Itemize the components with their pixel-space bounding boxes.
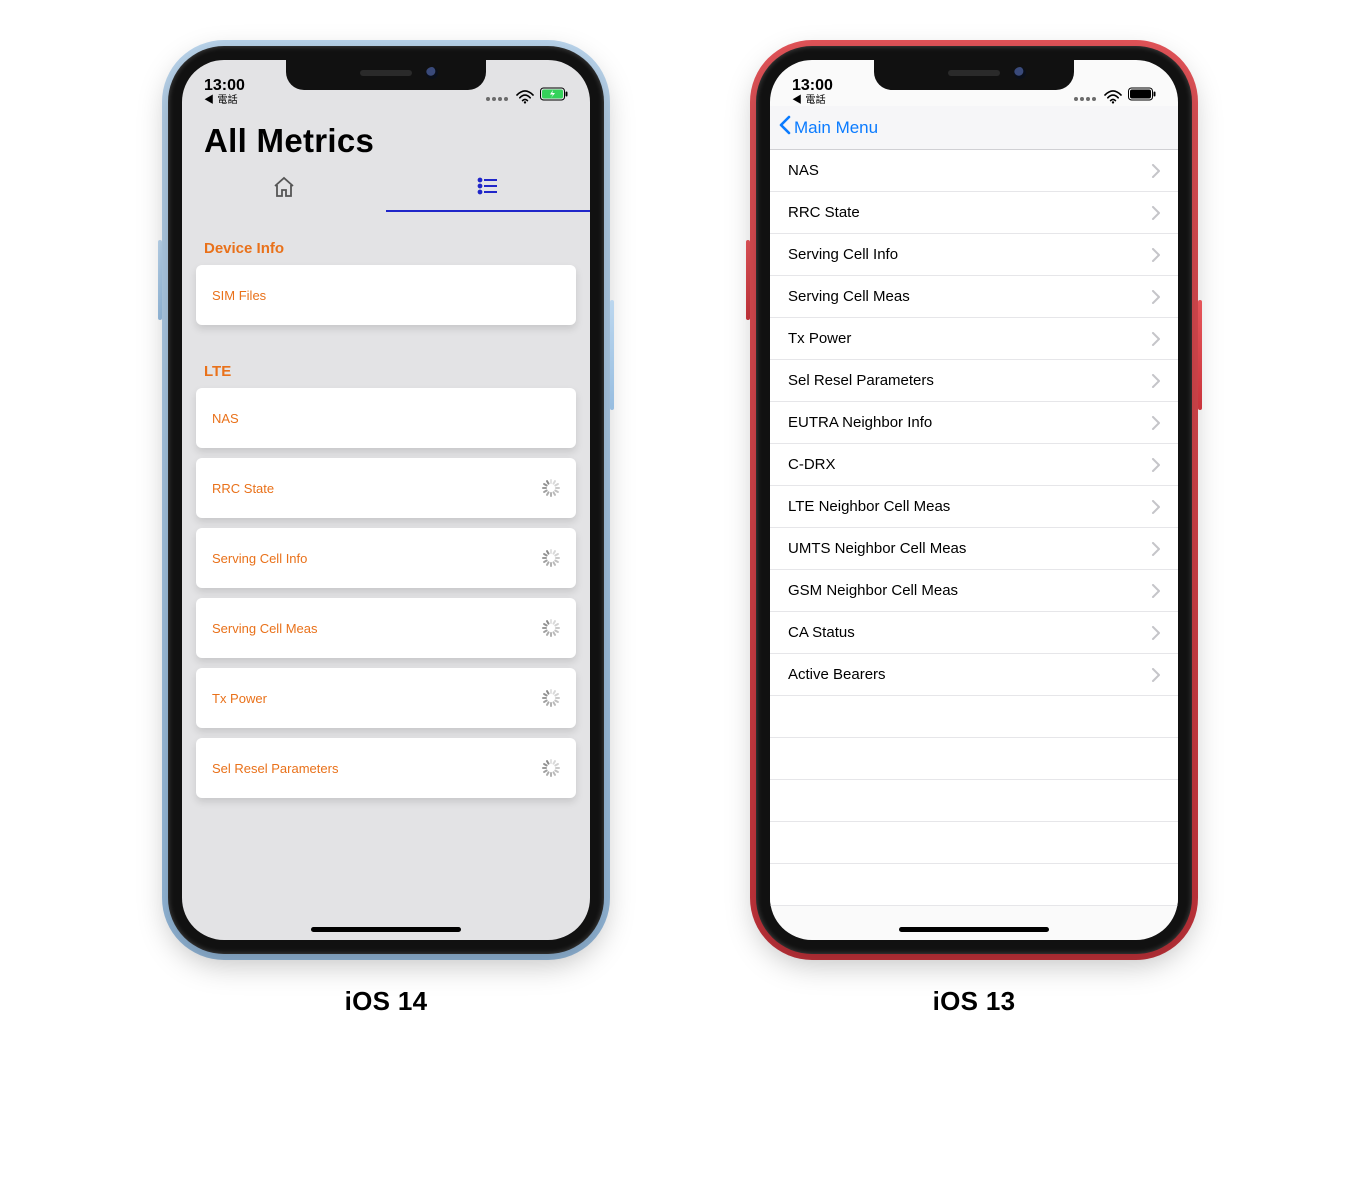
battery-icon: [1128, 87, 1156, 106]
metric-card-label: Serving Cell Meas: [212, 621, 318, 636]
metric-card-label: Tx Power: [212, 691, 267, 706]
notch: [874, 60, 1074, 90]
screen-ios13: 13:00 ◀ 電話: [770, 60, 1178, 940]
loading-spinner-icon: [542, 689, 560, 707]
empty-row: [770, 738, 1178, 780]
page-title: All Metrics: [182, 106, 590, 166]
list-row-label: Sel Resel Parameters: [788, 372, 934, 389]
loading-spinner-icon: [542, 549, 560, 567]
nav-bar: Main Menu: [770, 106, 1178, 150]
section-header: Device Info: [182, 212, 590, 265]
list-row[interactable]: UMTS Neighbor Cell Meas: [770, 528, 1178, 570]
list-row[interactable]: C-DRX: [770, 444, 1178, 486]
chevron-right-icon: [1151, 290, 1160, 304]
list-row[interactable]: EUTRA Neighbor Info: [770, 402, 1178, 444]
list-row[interactable]: RRC State: [770, 192, 1178, 234]
list-row-label: GSM Neighbor Cell Meas: [788, 582, 958, 599]
chevron-right-icon: [1151, 248, 1160, 262]
back-to-app-hint[interactable]: ◀ 電話: [204, 95, 245, 106]
list-row[interactable]: GSM Neighbor Cell Meas: [770, 570, 1178, 612]
caption-ios13: iOS 13: [750, 986, 1198, 1017]
list-row[interactable]: Sel Resel Parameters: [770, 360, 1178, 402]
tab-list[interactable]: [386, 166, 590, 212]
metric-card[interactable]: Sel Resel Parameters: [196, 738, 576, 798]
metric-card[interactable]: RRC State: [196, 458, 576, 518]
phone-frame-ios14: 13:00 ◀ 電話: [162, 40, 610, 960]
caption-ios14: iOS 14: [162, 986, 610, 1017]
battery-charging-icon: [540, 87, 568, 106]
status-time: 13:00: [204, 77, 245, 94]
chevron-right-icon: [1151, 500, 1160, 514]
chevron-right-icon: [1151, 668, 1160, 682]
chevron-left-icon: [778, 115, 792, 140]
list-row-label: LTE Neighbor Cell Meas: [788, 498, 950, 515]
metric-card-label: SIM Files: [212, 288, 266, 303]
metric-card[interactable]: Serving Cell Meas: [196, 598, 576, 658]
empty-row: [770, 780, 1178, 822]
loading-spinner-icon: [542, 619, 560, 637]
screen-ios14: 13:00 ◀ 電話: [182, 60, 590, 940]
list-row-label: Serving Cell Meas: [788, 288, 910, 305]
loading-spinner-icon: [542, 759, 560, 777]
list-row-label: UMTS Neighbor Cell Meas: [788, 540, 966, 557]
list-row-label: C-DRX: [788, 456, 836, 473]
home-indicator[interactable]: [899, 927, 1049, 932]
metric-card[interactable]: NAS: [196, 388, 576, 448]
chevron-right-icon: [1151, 584, 1160, 598]
top-tabs: [182, 166, 590, 212]
section-header: LTE: [182, 335, 590, 388]
notch: [286, 60, 486, 90]
list-row-label: Active Bearers: [788, 666, 886, 683]
chevron-right-icon: [1151, 626, 1160, 640]
list-row-label: CA Status: [788, 624, 855, 641]
metrics-list: NAS RRC State Serving Cell Info Serving Cel…: [770, 150, 1178, 906]
list-row-label: Tx Power: [788, 330, 851, 347]
chevron-right-icon: [1151, 164, 1160, 178]
back-to-app-hint[interactable]: ◀ 電話: [792, 95, 833, 106]
back-button[interactable]: Main Menu: [778, 115, 878, 140]
list-row-label: RRC State: [788, 204, 860, 221]
metric-card-label: Sel Resel Parameters: [212, 761, 338, 776]
empty-row: [770, 822, 1178, 864]
metric-card-label: Serving Cell Info: [212, 551, 307, 566]
empty-row: [770, 864, 1178, 906]
list-row[interactable]: NAS: [770, 150, 1178, 192]
phone-frame-ios13: 13:00 ◀ 電話: [750, 40, 1198, 960]
loading-spinner-icon: [542, 479, 560, 497]
chevron-right-icon: [1151, 458, 1160, 472]
chevron-right-icon: [1151, 542, 1160, 556]
chevron-right-icon: [1151, 332, 1160, 346]
metric-card[interactable]: SIM Files: [196, 265, 576, 325]
metric-card[interactable]: Tx Power: [196, 668, 576, 728]
home-indicator[interactable]: [311, 927, 461, 932]
metric-card-label: NAS: [212, 411, 239, 426]
chevron-right-icon: [1151, 206, 1160, 220]
list-icon: [476, 174, 500, 203]
wifi-icon: [516, 90, 534, 104]
list-row[interactable]: Active Bearers: [770, 654, 1178, 696]
cellular-dots-icon: [1074, 88, 1098, 106]
list-row[interactable]: Serving Cell Meas: [770, 276, 1178, 318]
wifi-icon: [1104, 90, 1122, 104]
tab-home[interactable]: [182, 166, 386, 212]
cellular-dots-icon: [486, 88, 510, 106]
list-row-label: EUTRA Neighbor Info: [788, 414, 932, 431]
chevron-right-icon: [1151, 374, 1160, 388]
list-row[interactable]: Tx Power: [770, 318, 1178, 360]
metric-card[interactable]: Serving Cell Info: [196, 528, 576, 588]
metric-card-label: RRC State: [212, 481, 274, 496]
list-row-label: NAS: [788, 162, 819, 179]
list-row-label: Serving Cell Info: [788, 246, 898, 263]
status-time: 13:00: [792, 77, 833, 94]
home-icon: [272, 175, 296, 204]
list-row[interactable]: LTE Neighbor Cell Meas: [770, 486, 1178, 528]
empty-row: [770, 696, 1178, 738]
chevron-right-icon: [1151, 416, 1160, 430]
list-row[interactable]: CA Status: [770, 612, 1178, 654]
back-label: Main Menu: [794, 118, 878, 138]
list-row[interactable]: Serving Cell Info: [770, 234, 1178, 276]
